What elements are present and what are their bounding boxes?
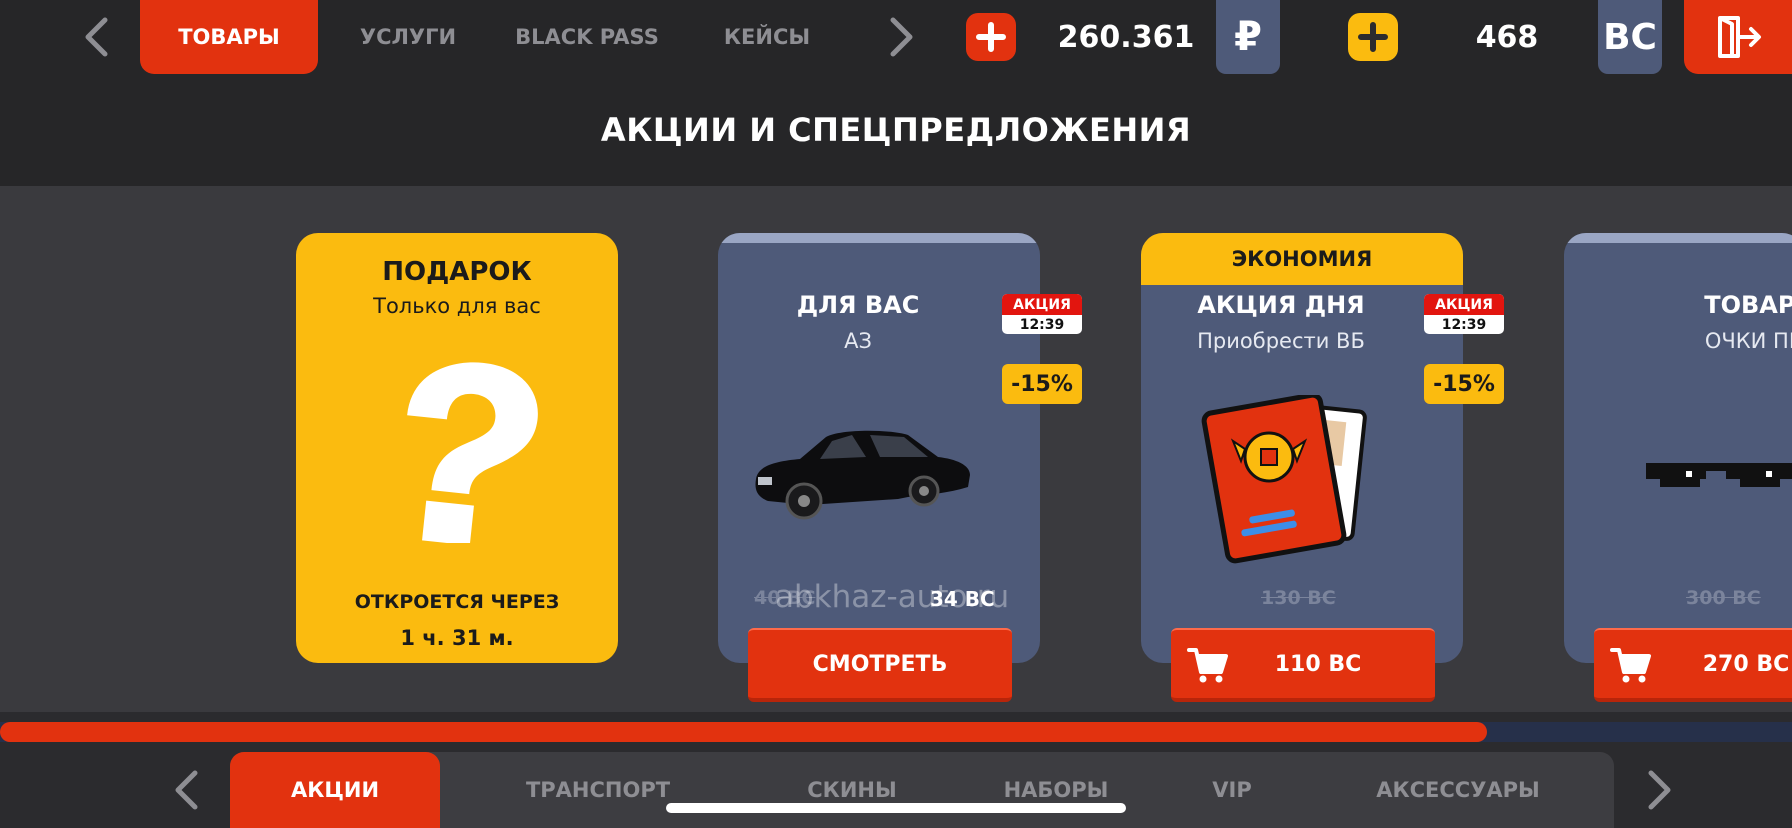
tab-keysy[interactable]: КЕЙСЫ [700,0,834,74]
promo-label: АКЦИЯ [1424,294,1504,315]
cart-icon [1187,648,1228,683]
tab-transport[interactable]: ТРАНСПОРТ [508,752,688,828]
buy-price: 270 BC [1702,651,1790,677]
tab-skiny[interactable]: СКИНЫ [780,752,924,828]
promo-timer-badge: АКЦИЯ 12:39 [1002,294,1082,334]
gift-opens-time: 1 ч. 31 м. [400,626,514,650]
section-header: АКЦИИ И СПЕЦПРЕДЛОЖЕНИЯ [0,74,1792,186]
card-top-strip [718,233,1040,243]
offer-subtitle: АЗ [844,329,872,353]
buy-passport-button[interactable]: 110 BC [1171,628,1435,702]
buy-glasses-button[interactable]: 270 BC [1594,628,1792,702]
tab-vip[interactable]: VIP [1192,752,1272,828]
question-mark-icon [407,362,538,543]
exit-button[interactable] [1684,0,1792,74]
card-top-strip [1564,233,1792,243]
offer-title: ТОВАР ДНЯ [1704,291,1792,319]
gift-title: ПОДАРОК [382,257,532,287]
chevron-left-icon[interactable] [168,752,204,828]
tab-tovary[interactable]: ТОВАРЫ [140,0,318,74]
offer-title: ДЛЯ ВАС [796,291,920,319]
gift-opens-label: ОТКРОЕТСЯ ЧЕРЕЗ [354,591,560,613]
rub-currency-icon: ₽ [1216,0,1280,74]
offer-subtitle: ОЧКИ ПИКСЕЛ [1704,329,1792,353]
discount-badge: -15% [1424,364,1504,404]
watermark: abkhaz-auto.ru [775,579,1010,615]
old-price: 130 BC [1261,587,1336,609]
carousel-scroll-thumb[interactable] [0,722,1487,742]
tab-black-pass[interactable]: BLACK PASS [500,0,674,74]
tab-uslugi[interactable]: УСЛУГИ [334,0,482,74]
exit-door-icon [1718,16,1761,58]
gift-card[interactable]: ПОДАРОК Только для вас ОТКРОЕТСЯ ЧЕРЕЗ 1… [296,233,618,663]
view-button[interactable]: СМОТРЕТЬ [748,628,1012,702]
buy-price: 110 BC [1274,651,1362,677]
economy-banner: ЭКОНОМИЯ [1141,233,1463,285]
gift-subtitle: Только для вас [373,294,541,318]
passport-image [1201,395,1367,564]
rub-balance: 260.361 [1057,19,1195,55]
offer-subtitle: Приобрести ВБ [1197,329,1365,353]
page-title: АКЦИИ И СПЕЦПРЕДЛОЖЕНИЯ [600,111,1192,149]
offer-card-glasses[interactable]: ТОВАР ДНЯ ОЧКИ ПИКСЕЛ 300 BC [1564,233,1792,663]
tab-aksessuary[interactable]: АКСЕССУАРЫ [1360,752,1556,828]
plus-icon [976,22,1006,52]
chevron-left-icon[interactable] [78,0,114,74]
home-indicator [666,803,1126,813]
add-rub-button[interactable] [966,13,1016,61]
promo-time: 12:39 [1019,316,1065,333]
add-bc-button[interactable] [1348,13,1398,61]
cart-icon [1610,648,1651,683]
bc-balance: 468 [1475,19,1539,55]
old-price: 300 BC [1686,587,1761,609]
offer-title: АКЦИЯ ДНЯ [1197,291,1365,319]
bc-currency-icon: BC [1598,0,1662,74]
car-image [755,430,970,520]
promo-timer-badge: АКЦИЯ 12:39 [1424,294,1504,334]
chevron-right-icon[interactable] [884,0,920,74]
chevron-right-icon[interactable] [1642,752,1678,828]
tab-nabory[interactable]: НАБОРЫ [986,752,1126,828]
offer-card-deal-of-day[interactable]: ЭКОНОМИЯ АКЦИЯ ДНЯ Приобрести ВБ 130 BC [1141,233,1463,663]
tab-akcii[interactable]: АКЦИИ [230,752,440,828]
plus-icon [1358,22,1388,52]
pixel-glasses-image [1646,463,1792,487]
promo-time: 12:39 [1441,316,1487,333]
discount-badge: -15% [1002,364,1082,404]
promo-label: АКЦИЯ [1002,294,1082,315]
